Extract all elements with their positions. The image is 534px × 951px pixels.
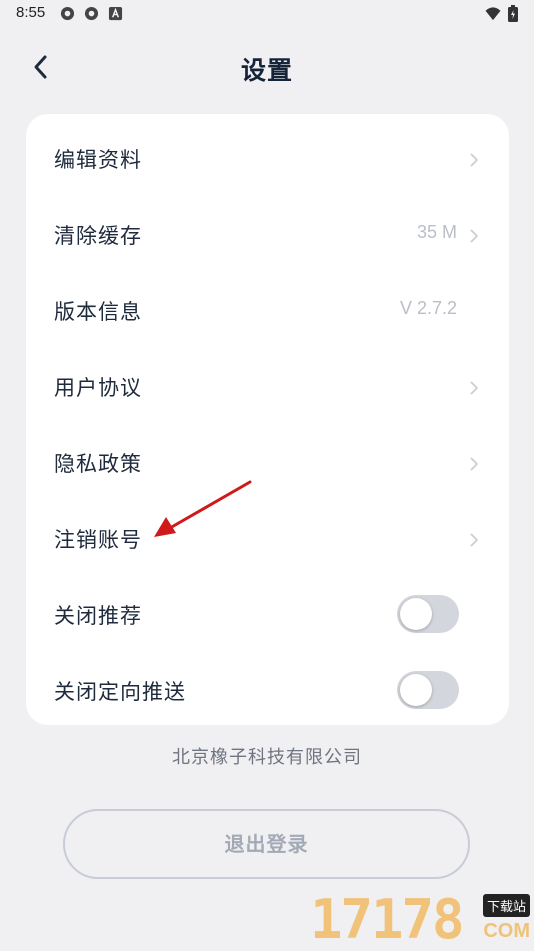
logout-button[interactable]: 退出登录 [63, 809, 470, 879]
app-notification-icon [84, 6, 99, 21]
chevron-right-icon [470, 533, 479, 547]
settings-item-version-info: 版本信息 V 2.7.2 [26, 274, 509, 350]
settings-item-label: 编辑资料 [54, 148, 142, 172]
chevron-right-icon [470, 457, 479, 471]
settings-item-close-targeted-push: 关闭定向推送 [26, 654, 509, 730]
annotation-arrow [154, 480, 252, 537]
cache-size-value: 35 M [416, 222, 457, 242]
settings-item-label: 隐私政策 [54, 452, 142, 476]
status-bar: 8:55 [0, 0, 534, 28]
settings-item-label: 关闭推荐 [54, 604, 142, 628]
watermark-badge: 下载站 [482, 894, 530, 917]
site-watermark-logo: 17178 下载站 COM [310, 888, 534, 951]
close-targeted-push-toggle[interactable] [397, 671, 459, 709]
settings-card: 编辑资料 清除缓存 35 M 版本信息 V 2.7.2 用户协议 隐私政策 注销… [26, 114, 509, 725]
settings-item-privacy-policy[interactable]: 隐私政策 [26, 426, 509, 502]
settings-item-label: 用户协议 [54, 376, 142, 400]
page-title: 设置 [240, 56, 293, 85]
chevron-right-icon [470, 381, 479, 395]
settings-item-close-recommendations: 关闭推荐 [26, 578, 509, 654]
settings-item-label: 版本信息 [54, 300, 142, 324]
chevron-right-icon [470, 229, 479, 243]
status-time: 8:55 [16, 4, 46, 21]
settings-item-label: 清除缓存 [54, 224, 142, 248]
top-bar: 设置 [0, 40, 534, 96]
company-name: 北京橡子科技有限公司 [172, 747, 362, 768]
version-value: V 2.7.2 [399, 298, 457, 318]
settings-item-label: 关闭定向推送 [54, 680, 186, 704]
settings-item-clear-cache[interactable]: 清除缓存 35 M [26, 198, 509, 274]
settings-item-label: 注销账号 [54, 528, 142, 552]
settings-item-delete-account[interactable]: 注销账号 [26, 502, 509, 578]
watermark-suffix: COM [483, 920, 530, 942]
a-notification-icon [108, 6, 123, 21]
settings-item-edit-profile[interactable]: 编辑资料 [26, 122, 509, 198]
toggle-knob [400, 674, 432, 706]
watermark-number: 17178 [310, 888, 465, 951]
wifi-icon [485, 7, 501, 21]
settings-item-user-agreement[interactable]: 用户协议 [26, 350, 509, 426]
chevron-right-icon [470, 153, 479, 167]
battery-icon [508, 5, 518, 22]
close-recommendations-toggle[interactable] [397, 595, 459, 633]
app-notification-icon [60, 6, 75, 21]
toggle-knob [400, 598, 432, 630]
